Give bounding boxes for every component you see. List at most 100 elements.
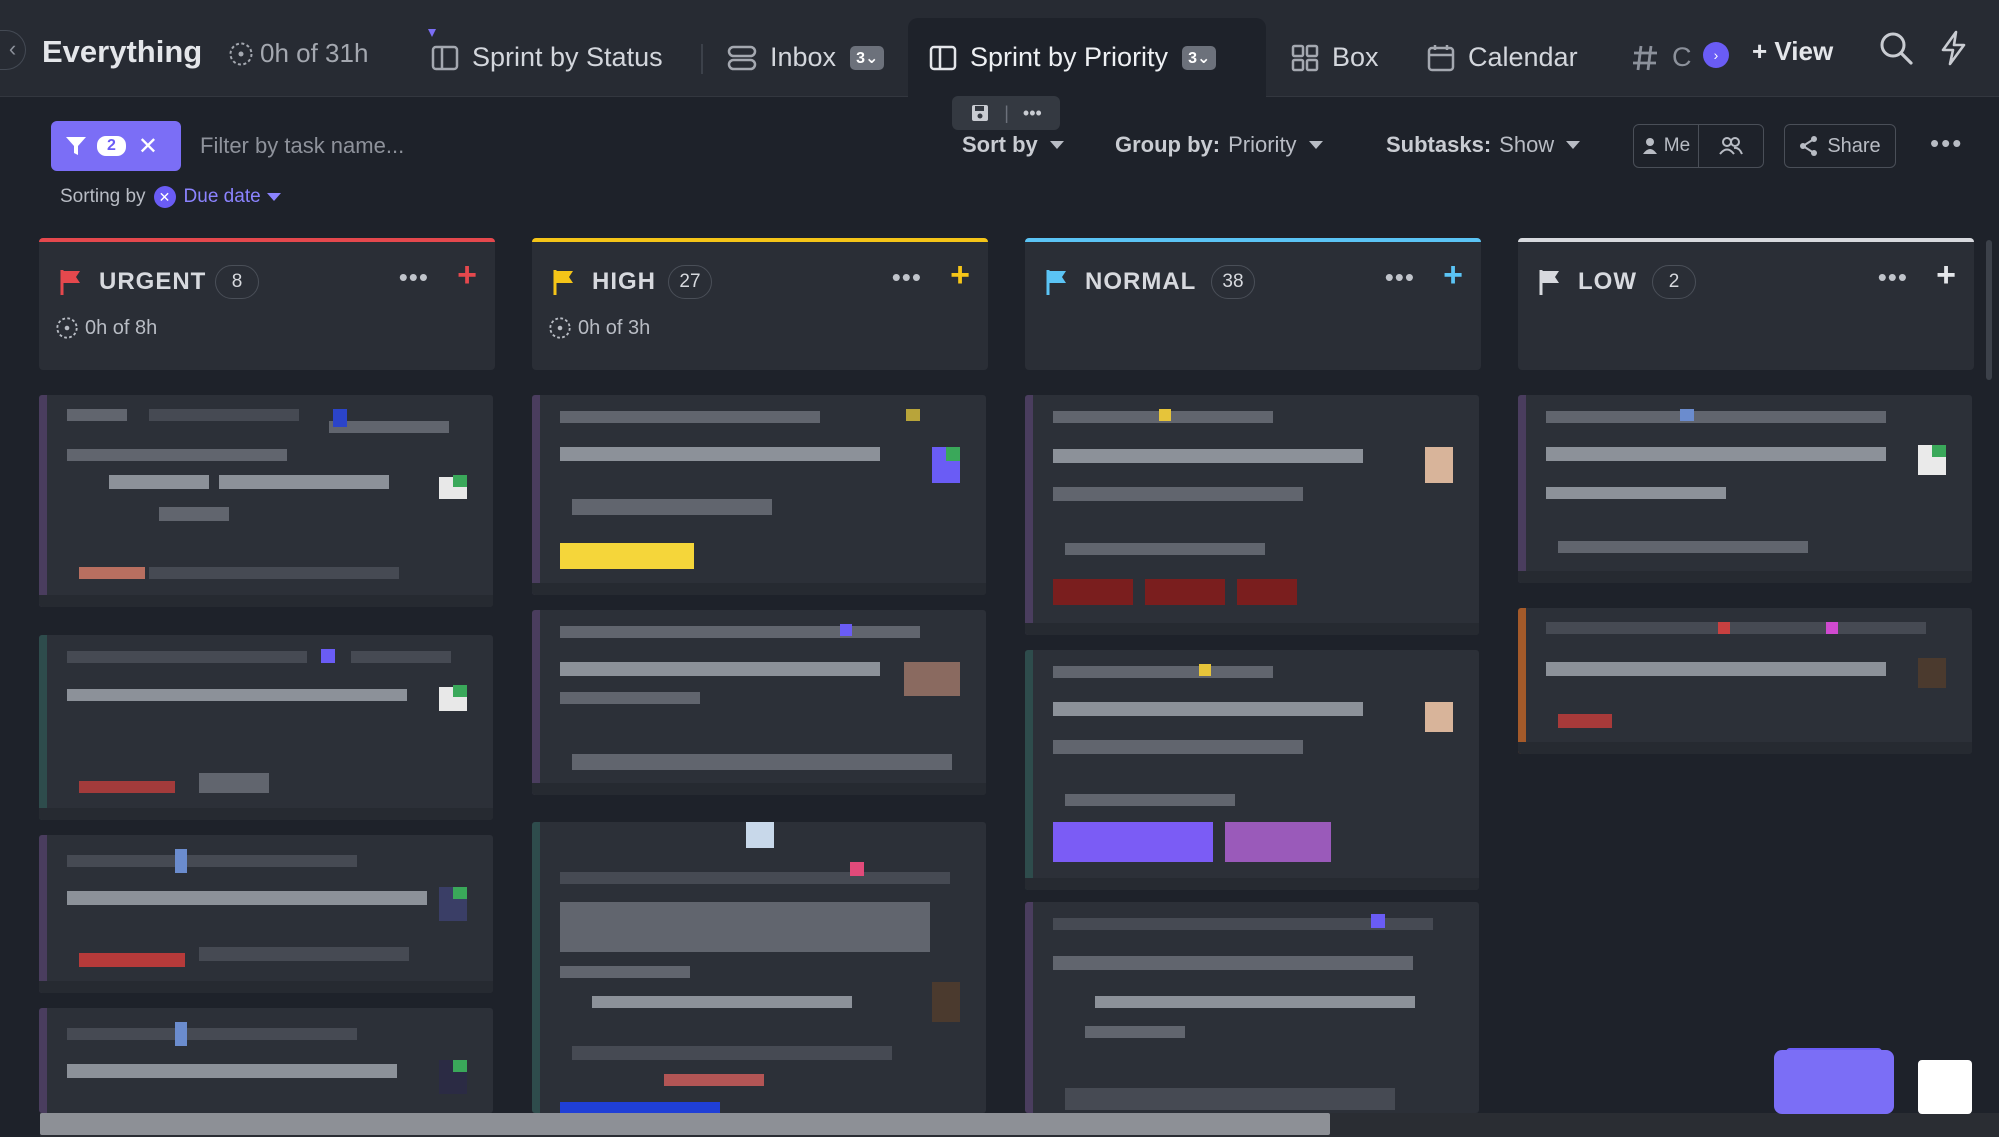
sidebar-collapse-button[interactable]: ‹ [0, 30, 26, 70]
sort-by-button[interactable]: Sort by [962, 132, 1064, 158]
search-icon[interactable] [1876, 28, 1916, 68]
task-card[interactable] [532, 395, 986, 595]
redacted-text [1065, 1088, 1395, 1110]
clock-icon [56, 317, 78, 339]
card-status-bar [39, 835, 47, 993]
remove-sort-icon[interactable]: ✕ [153, 186, 176, 208]
subtasks-key: Subtasks: [1386, 132, 1492, 157]
tab-sprint-by-status[interactable]: Sprint by Status [410, 18, 683, 97]
task-card[interactable] [1025, 902, 1479, 1113]
task-card[interactable] [39, 395, 493, 607]
add-task-icon[interactable]: + [950, 256, 970, 295]
redacted-text [351, 651, 451, 663]
redacted-text [560, 411, 820, 423]
add-task-icon[interactable]: + [1936, 256, 1956, 295]
card-status-bar [1025, 902, 1033, 1113]
redacted-text [67, 449, 287, 461]
redacted-text [67, 1028, 357, 1040]
board-icon [431, 45, 459, 70]
share-icon [1800, 136, 1818, 156]
task-card[interactable] [39, 635, 493, 820]
tab-inbox[interactable]: Inbox 3⌄ [706, 18, 904, 97]
save-icon[interactable] [970, 103, 990, 123]
redacted-text [1053, 487, 1303, 501]
avatar [904, 662, 960, 696]
sorting-label: Sorting by [60, 186, 146, 207]
avatar [746, 822, 774, 848]
redacted-text [1053, 666, 1273, 678]
card-footer [39, 595, 493, 607]
add-task-icon[interactable]: + [1443, 256, 1463, 295]
sort-field-button[interactable]: Due date [184, 186, 281, 208]
card-footer [532, 783, 986, 795]
add-view-button[interactable]: + View [1752, 36, 1833, 67]
board-icon [929, 45, 957, 70]
filter-input[interactable] [200, 128, 660, 164]
column-more-icon[interactable]: ••• [1385, 262, 1415, 293]
tab-c[interactable]: C [1610, 18, 1712, 97]
subtasks-button[interactable]: Subtasks: Show [1386, 132, 1581, 158]
more-options-icon[interactable]: ••• [1930, 128, 1963, 159]
tab-sprint-by-priority[interactable]: Sprint by Priority 3⌄ [908, 18, 1266, 97]
column-header-urgent: URGENT 8 ••• + 0h of 8h [39, 238, 495, 370]
flag-icon [1046, 270, 1066, 295]
redacted-text [149, 409, 299, 421]
notification-widget[interactable] [1918, 1060, 1972, 1114]
share-button[interactable]: Share [1784, 124, 1896, 168]
column-color-bar [39, 238, 495, 242]
column-more-icon[interactable]: ••• [399, 262, 429, 293]
tab-calendar[interactable]: Calendar [1406, 18, 1598, 97]
vertical-scrollbar[interactable] [1986, 240, 1992, 380]
task-card[interactable] [39, 1008, 493, 1113]
task-card[interactable] [1518, 608, 1972, 754]
avatar [1199, 664, 1211, 676]
avatar [840, 624, 852, 636]
toolbar-divider: | [1004, 102, 1009, 123]
clear-filter-icon[interactable]: ✕ [138, 132, 158, 161]
avatar [932, 982, 960, 1022]
column-title: URGENT [99, 268, 207, 295]
redacted-text [159, 507, 229, 521]
horizontal-scrollbar[interactable] [40, 1113, 1330, 1135]
redacted-text [109, 475, 209, 489]
tab-box[interactable]: Box [1270, 18, 1399, 97]
column-title: NORMAL [1085, 268, 1197, 295]
avatar [453, 887, 467, 899]
avatar [1680, 409, 1694, 421]
task-card[interactable] [1518, 395, 1972, 583]
tag [1053, 822, 1213, 862]
team-filter-button[interactable] [1698, 125, 1763, 167]
redacted-text [560, 872, 950, 884]
more-views-button[interactable]: › [1703, 42, 1729, 68]
flag-icon [553, 270, 573, 295]
group-by-button[interactable]: Group by: Priority [1115, 132, 1323, 158]
lightning-icon[interactable] [1934, 28, 1974, 68]
card-status-bar [1025, 395, 1033, 635]
redacted-text [67, 409, 127, 421]
avatar [333, 409, 347, 427]
redacted-text [1558, 541, 1808, 553]
me-filter-button[interactable]: Me [1634, 125, 1698, 167]
view-options-icon[interactable]: ••• [1023, 103, 1042, 124]
group-by-value: Priority [1228, 132, 1297, 157]
filter-button[interactable]: 2 ✕ [51, 121, 181, 171]
tag [560, 1102, 720, 1113]
card-footer [1025, 623, 1479, 635]
clock-icon [549, 317, 571, 339]
task-card[interactable] [39, 835, 493, 993]
share-label: Share [1827, 134, 1881, 157]
task-card[interactable] [532, 610, 986, 795]
tag [1225, 822, 1331, 862]
task-card[interactable] [532, 822, 986, 1113]
column-more-icon[interactable]: ••• [892, 262, 922, 293]
column-time: 0h of 3h [548, 316, 650, 340]
column-count: 2 [1652, 265, 1696, 299]
task-card[interactable] [1025, 395, 1479, 635]
tag [1053, 579, 1133, 605]
avatar [906, 409, 920, 421]
column-more-icon[interactable]: ••• [1878, 262, 1908, 293]
floating-action-button[interactable] [1774, 1050, 1894, 1114]
task-card[interactable] [1025, 650, 1479, 890]
column-time: 0h of 8h [55, 316, 157, 340]
add-task-icon[interactable]: + [457, 256, 477, 295]
